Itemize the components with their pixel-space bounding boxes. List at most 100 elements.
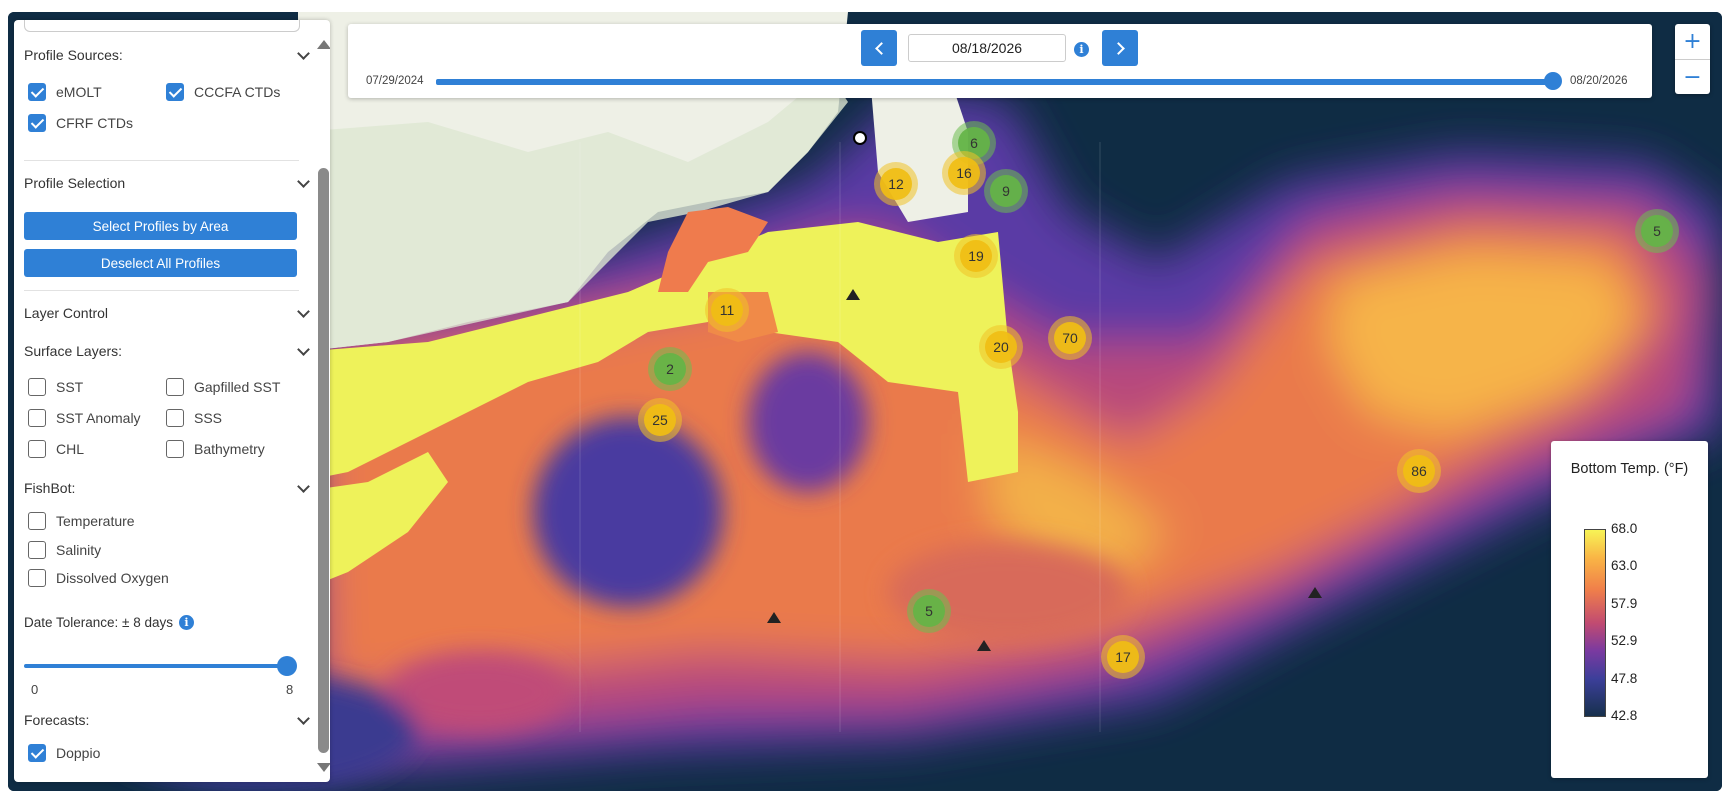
checkbox-box[interactable] xyxy=(28,409,46,427)
panel-top-field[interactable] xyxy=(24,20,300,32)
profile-cluster[interactable]: 9 xyxy=(984,169,1028,213)
checkbox-label: Dissolved Oxygen xyxy=(56,570,169,586)
timeline-end-label: 08/20/2026 xyxy=(1570,75,1628,87)
profile-selection-header[interactable]: Profile Selection xyxy=(24,174,314,191)
previous-date-button[interactable] xyxy=(861,30,897,66)
checkbox-salinity[interactable]: Salinity xyxy=(28,541,101,559)
date-info-icon[interactable]: i xyxy=(1074,40,1089,58)
profile-cluster[interactable]: 20 xyxy=(979,325,1023,369)
checkbox-label: eMOLT xyxy=(56,84,102,100)
station-marker[interactable] xyxy=(1308,587,1322,598)
checkbox-sst-anomaly[interactable]: SST Anomaly xyxy=(28,409,141,427)
checkbox-box[interactable] xyxy=(166,83,184,101)
cluster-count: 19 xyxy=(960,240,992,272)
checkbox-box[interactable] xyxy=(166,409,184,427)
scroll-down-arrow-icon[interactable] xyxy=(317,763,330,772)
checkbox-sss[interactable]: SSS xyxy=(166,409,222,427)
profile-cluster[interactable]: 2 xyxy=(648,347,692,391)
checkbox-bathymetry[interactable]: Bathymetry xyxy=(166,440,265,458)
checkbox-temperature[interactable]: Temperature xyxy=(28,512,135,530)
forecasts-header[interactable]: Forecasts: xyxy=(24,711,314,728)
profile-cluster[interactable]: 17 xyxy=(1101,635,1145,679)
checkbox-label: SST xyxy=(56,379,84,395)
scroll-up-arrow-icon[interactable] xyxy=(317,40,330,49)
profile-cluster[interactable]: 16 xyxy=(942,151,986,195)
profile-cluster[interactable]: 5 xyxy=(907,589,951,633)
date-tolerance-max: 8 xyxy=(286,682,294,697)
legend-tick: 57.9 xyxy=(1611,596,1638,611)
station-marker[interactable] xyxy=(846,289,860,300)
legend-color-ramp xyxy=(1584,529,1606,717)
profile-cluster[interactable]: 70 xyxy=(1048,316,1092,360)
panel-scrollbar[interactable] xyxy=(316,28,330,778)
surface-layers-header[interactable]: Surface Layers: xyxy=(24,342,314,359)
profile-cluster[interactable]: 19 xyxy=(954,234,998,278)
surface-layers-title: Surface Layers: xyxy=(24,343,123,359)
checkbox-dissolved-oxygen[interactable]: Dissolved Oxygen xyxy=(28,569,169,587)
zoom-out-button[interactable]: − xyxy=(1675,59,1710,94)
checkbox-box[interactable] xyxy=(28,440,46,458)
cluster-count: 16 xyxy=(948,157,980,189)
chevron-down-icon xyxy=(297,304,310,318)
profile-cluster[interactable]: 86 xyxy=(1397,449,1441,493)
layer-control-header[interactable]: Layer Control xyxy=(24,304,314,321)
checkbox-sst[interactable]: SST xyxy=(28,378,83,396)
cluster-count: 9 xyxy=(990,175,1022,207)
scrollbar-thumb[interactable] xyxy=(318,168,329,753)
profile-cluster[interactable]: 11 xyxy=(705,288,749,332)
deselect-all-profiles-button[interactable]: Deselect All Profiles xyxy=(24,249,297,277)
profile-cluster[interactable]: 5 xyxy=(1635,209,1679,253)
checkbox-emolt[interactable]: eMOLT xyxy=(28,83,102,101)
fishbot-title: FishBot: xyxy=(24,480,76,496)
date-tolerance-handle[interactable] xyxy=(277,656,297,676)
checkbox-box[interactable] xyxy=(28,378,46,396)
layer-control-title: Layer Control xyxy=(24,305,109,321)
chevron-left-icon xyxy=(874,41,888,55)
profile-cluster[interactable]: 25 xyxy=(638,398,682,442)
zoom-control: + − xyxy=(1675,24,1710,94)
checkbox-chl[interactable]: CHL xyxy=(28,440,84,458)
station-marker[interactable] xyxy=(767,612,781,623)
checkbox-box[interactable] xyxy=(28,83,46,101)
checkbox-label: Bathymetry xyxy=(194,441,265,457)
legend-tick: 68.0 xyxy=(1611,521,1638,536)
date-tolerance-track[interactable] xyxy=(24,664,287,668)
profile-cluster[interactable]: 12 xyxy=(874,162,918,206)
legend-tick: 52.9 xyxy=(1611,633,1638,648)
checkbox-doppio[interactable]: Doppio xyxy=(28,744,100,762)
checkbox-box[interactable] xyxy=(28,569,46,587)
panel-content: Profile Sources: eMOLT CCCFA CTDs CFRF C… xyxy=(14,20,314,782)
checkbox-box[interactable] xyxy=(166,378,184,396)
next-date-button[interactable] xyxy=(1102,30,1138,66)
fishbot-header[interactable]: FishBot: xyxy=(24,479,314,496)
checkbox-cfrf-ctds[interactable]: CFRF CTDs xyxy=(28,114,133,132)
checkbox-box[interactable] xyxy=(28,541,46,559)
date-tolerance-info-icon[interactable]: i xyxy=(179,615,194,630)
chevron-down-icon xyxy=(297,174,310,188)
profile-selection-title: Profile Selection xyxy=(24,175,126,191)
side-panel: Profile Sources: eMOLT CCCFA CTDs CFRF C… xyxy=(14,20,330,782)
select-profiles-by-area-button[interactable]: Select Profiles by Area xyxy=(24,212,297,240)
divider xyxy=(24,160,299,161)
zoom-in-button[interactable]: + xyxy=(1675,24,1710,59)
cluster-count: 11 xyxy=(711,294,743,326)
checkbox-label: Temperature xyxy=(56,513,135,529)
chevron-down-icon xyxy=(297,46,310,60)
checkbox-box[interactable] xyxy=(166,440,184,458)
checkbox-box[interactable] xyxy=(28,114,46,132)
chevron-down-icon xyxy=(297,711,310,725)
profile-sources-header[interactable]: Profile Sources: xyxy=(24,46,314,63)
cluster-count: 86 xyxy=(1403,455,1435,487)
timeline-start-label: 07/29/2024 xyxy=(366,75,424,87)
timeline-handle[interactable] xyxy=(1544,72,1563,90)
timeline-control: 08/18/2026 i 07/29/2024 08/20/2026 xyxy=(348,24,1652,98)
current-date-field[interactable]: 08/18/2026 xyxy=(908,34,1066,62)
temperature-legend: Bottom Temp. (°F) 68.0 63.0 57.9 52.9 47… xyxy=(1551,441,1708,778)
station-marker[interactable] xyxy=(977,640,991,651)
checkbox-cccfa-ctds[interactable]: CCCFA CTDs xyxy=(166,83,280,101)
checkbox-label: Doppio xyxy=(56,745,101,761)
checkbox-box[interactable] xyxy=(28,512,46,530)
checkbox-gapfilled-sst[interactable]: Gapfilled SST xyxy=(166,378,280,396)
profile-sources-title: Profile Sources: xyxy=(24,47,123,63)
checkbox-box[interactable] xyxy=(28,744,46,762)
